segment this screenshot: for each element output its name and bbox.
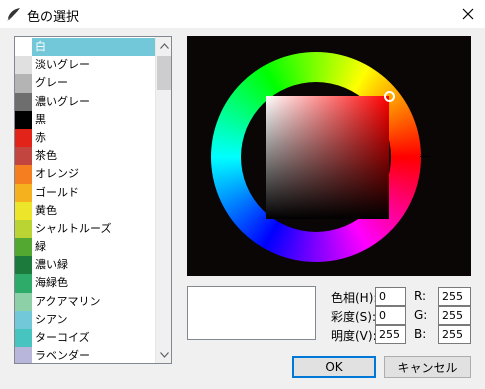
color-swatch: [15, 147, 32, 166]
color-swatch: [15, 201, 32, 220]
color-item-black[interactable]: 黒: [15, 110, 155, 129]
color-item-label: 海緑色: [35, 276, 68, 290]
color-swatch: [15, 74, 32, 93]
color-swatch: [15, 38, 32, 57]
color-item-label: 茶色: [35, 149, 57, 163]
color-swatch: [15, 165, 32, 184]
color-swatch: [15, 110, 32, 129]
color-item-cyan[interactable]: シアン: [15, 310, 155, 329]
color-item-yellow[interactable]: 黄色: [15, 201, 155, 220]
paint-app-icon: [6, 6, 22, 22]
color-item-brown[interactable]: 茶色: [15, 147, 155, 166]
color-item-white[interactable]: 白: [15, 38, 155, 57]
color-swatch: [15, 274, 32, 293]
color-item-label: 淡いグレー: [35, 58, 90, 72]
scroll-up-button[interactable]: [156, 37, 171, 54]
color-item-aquamarine[interactable]: アクアマリン: [15, 292, 155, 311]
saturation-label: 彩度(S):: [331, 310, 377, 324]
cancel-button[interactable]: キャンセル: [384, 356, 471, 378]
close-icon: [462, 8, 474, 20]
color-swatch: [15, 92, 32, 111]
color-item-label: シアン: [35, 312, 68, 326]
color-swatch: [15, 256, 32, 275]
ok-button[interactable]: OK: [292, 356, 376, 378]
color-swatch: [15, 56, 32, 75]
color-item-label: 濃い緑: [35, 258, 68, 272]
title-bar: 色の選択: [0, 0, 485, 28]
color-swatch: [15, 238, 32, 257]
color-preview: [187, 286, 316, 340]
color-item-label: ターコイズ: [35, 331, 90, 344]
color-item-green[interactable]: 緑: [15, 238, 155, 257]
color-list[interactable]: 白 淡いグレー グレー 濃いグレー 黒 赤 茶色 オレンジ ゴールド 黄色 シャ…: [14, 36, 172, 364]
color-item-label: 赤: [35, 130, 46, 144]
color-item-label: オレンジ: [35, 167, 79, 181]
hue-input[interactable]: 0: [375, 287, 406, 306]
close-button[interactable]: [451, 0, 485, 28]
color-item-gold[interactable]: ゴールド: [15, 183, 155, 202]
scroll-thumb[interactable]: [157, 56, 171, 90]
saturation-value-square[interactable]: [266, 96, 389, 219]
list-scrollbar[interactable]: [155, 37, 171, 363]
color-item-label: アクアマリン: [35, 294, 101, 308]
color-swatch: [15, 183, 32, 202]
r-input[interactable]: 255: [438, 287, 471, 306]
color-list-items: 白 淡いグレー グレー 濃いグレー 黒 赤 茶色 オレンジ ゴールド 黄色 シャ…: [15, 38, 155, 363]
color-item-label: 濃いグレー: [35, 94, 90, 108]
hue-marker[interactable]: [420, 156, 430, 157]
saturation-input[interactable]: 0: [375, 306, 406, 325]
b-input[interactable]: 255: [438, 325, 471, 344]
color-item-label: 緑: [35, 240, 46, 254]
color-item-red[interactable]: 赤: [15, 128, 155, 148]
color-item-gray[interactable]: グレー: [15, 74, 155, 93]
color-item-turquoise[interactable]: ターコイズ: [15, 329, 155, 348]
r-label: R:: [414, 289, 427, 303]
color-item-label: ラベンダー: [35, 349, 90, 363]
color-item-label: シャルトルーズ: [35, 221, 112, 235]
color-cursor[interactable]: [384, 91, 395, 102]
value-label: 明度(V):: [331, 329, 377, 343]
color-item-sea-green[interactable]: 海緑色: [15, 274, 155, 293]
chevron-down-icon: [159, 351, 169, 358]
color-item-lavender[interactable]: ラベンダー: [15, 347, 155, 363]
color-item-orange[interactable]: オレンジ: [15, 165, 155, 184]
color-item-label: 黒: [35, 112, 46, 126]
b-label: B:: [414, 327, 427, 341]
color-item-label: グレー: [35, 76, 68, 90]
color-swatch: [15, 219, 32, 239]
color-item-label: ゴールド: [35, 185, 79, 199]
value-input[interactable]: 255: [375, 325, 406, 344]
hue-label: 色相(H):: [331, 291, 378, 305]
window-title: 色の選択: [27, 10, 80, 25]
color-swatch: [15, 292, 32, 311]
g-input[interactable]: 255: [438, 306, 471, 325]
color-swatch: [15, 310, 32, 329]
g-label: G:: [414, 308, 428, 322]
color-item-dark-gray[interactable]: 濃いグレー: [15, 92, 155, 111]
color-swatch: [15, 128, 32, 148]
scroll-down-button[interactable]: [156, 346, 171, 363]
color-item-light-gray[interactable]: 淡いグレー: [15, 56, 155, 75]
color-item-chartreuse[interactable]: シャルトルーズ: [15, 219, 155, 239]
color-swatch: [15, 347, 32, 363]
color-swatch: [15, 329, 32, 348]
color-item-dark-green[interactable]: 濃い緑: [15, 256, 155, 275]
color-item-label: 黄色: [35, 203, 57, 217]
color-wheel-panel[interactable]: [187, 36, 471, 276]
color-item-label: 白: [32, 38, 155, 57]
chevron-up-icon: [159, 42, 169, 49]
